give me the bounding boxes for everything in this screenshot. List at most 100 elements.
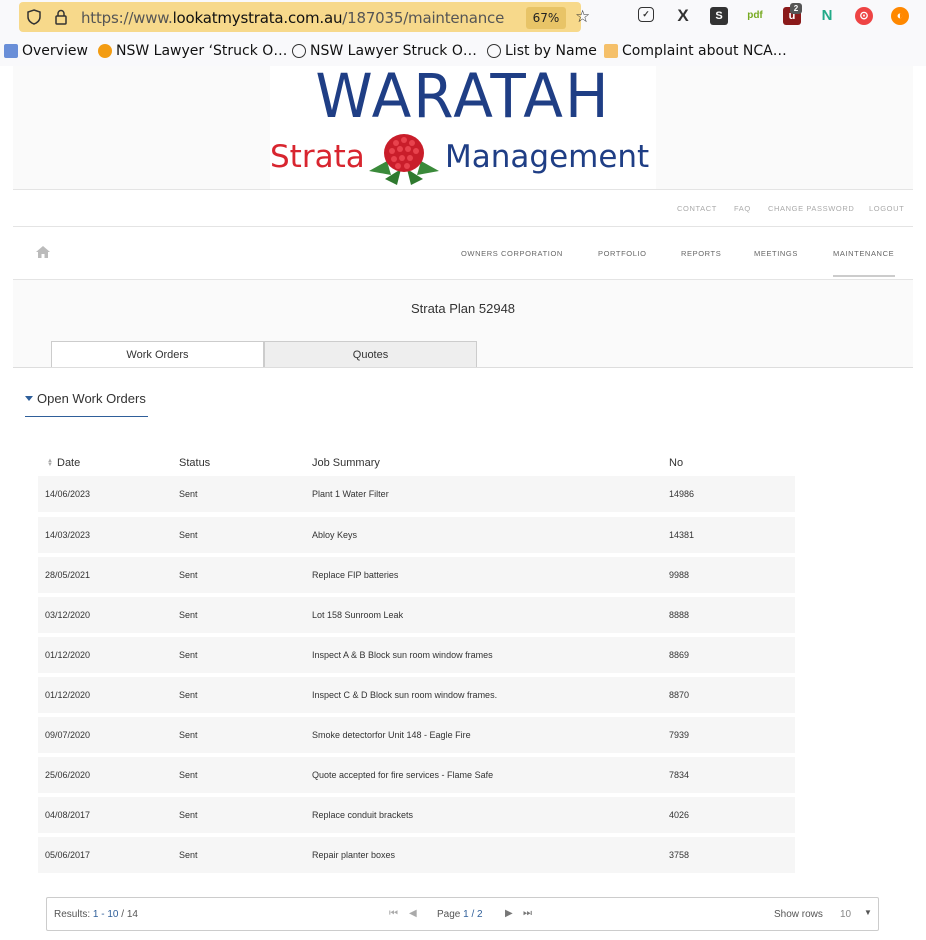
column-header-no[interactable]: No <box>669 457 683 469</box>
logo-word-management: Management <box>445 139 650 175</box>
table-row[interactable]: 14/06/2023 Sent Plant 1 Water Filter 14986 <box>38 476 795 512</box>
cell-date: 01/12/2020 <box>45 650 91 660</box>
column-header-status[interactable]: Status <box>179 457 210 469</box>
logo-word-strata: Strata <box>270 139 365 175</box>
table-row[interactable]: 25/06/2020 Sent Quote accepted for fire se… <box>38 757 795 793</box>
pdf-icon[interactable]: pdf <box>746 7 764 25</box>
cell-job-summary: Abloy Keys <box>312 530 358 540</box>
divider <box>13 279 913 280</box>
cell-job-summary: Quote accepted for fire services - Flame… <box>312 770 494 780</box>
bookmark-overview[interactable]: Overview <box>4 43 88 59</box>
cell-date: 04/08/2017 <box>45 810 91 820</box>
home-icon[interactable] <box>36 246 50 258</box>
section-toggle[interactable]: Open Work Orders <box>25 391 146 406</box>
bookmark-star-icon[interactable]: ☆ <box>575 7 590 27</box>
cell-status: Sent <box>179 730 198 740</box>
nav-meetings[interactable]: MEETINGS <box>754 249 798 258</box>
faq-link[interactable]: FAQ <box>734 204 751 213</box>
utility-nav: CONTACT FAQ CHANGE PASSWORD LOGOUT <box>13 190 913 226</box>
table-row[interactable]: 01/12/2020 Sent Inspect A & B Block sun ro… <box>38 637 795 673</box>
change-password-link[interactable]: CHANGE PASSWORD <box>768 204 854 213</box>
s-icon[interactable]: S <box>710 7 728 25</box>
main-nav: OWNERS CORPORATION PORTFOLIO REPORTS MEE… <box>13 227 913 279</box>
sort-icon: ▲ ▼ <box>47 458 53 469</box>
page: WARATAH Strata Management CONTACT FAQ CH… <box>0 60 926 940</box>
bookmark-complaint[interactable]: Complaint about NCA… <box>604 43 787 59</box>
cell-no: 8869 <box>669 650 690 660</box>
pocket-icon[interactable]: ✓ <box>638 7 654 22</box>
cell-job-summary: Inspect C & D Block sun room window fram… <box>312 690 498 700</box>
nav-portfolio[interactable]: PORTFOLIO <box>598 249 647 258</box>
cell-status: Sent <box>179 610 198 620</box>
work-orders-panel: Open Work Orders ▲ ▼ Date Status Job Summa… <box>13 368 913 940</box>
rows-per-page-select[interactable]: 10 ▼ <box>832 903 876 925</box>
chevron-down-icon: ▼ <box>864 908 872 917</box>
cell-status: Sent <box>179 690 198 700</box>
cell-date: 14/03/2023 <box>45 530 91 540</box>
table-row[interactable]: 28/05/2021 Sent Replace FIP batteries 9988 <box>38 557 795 593</box>
section-title: Open Work Orders <box>37 391 146 406</box>
cell-status: Sent <box>179 570 198 580</box>
lock-icon[interactable] <box>52 8 70 26</box>
cell-status: Sent <box>179 530 198 540</box>
cell-status: Sent <box>179 850 198 860</box>
nav-reports[interactable]: REPORTS <box>681 249 721 258</box>
cell-no: 14986 <box>669 489 695 499</box>
browser-toolbar: https://www.lookatmystrata.com.au/187035… <box>0 0 926 38</box>
cell-job-summary: Inspect A & B Block sun room window fram… <box>312 650 493 660</box>
table-row[interactable]: 04/08/2017 Sent Replace conduit brackets 40… <box>38 797 795 833</box>
cell-job-summary: Smoke detectorfor Unit 148 - Eagle Fire <box>312 730 471 740</box>
table-row[interactable]: 05/06/2017 Sent Repair planter boxes 3758 <box>38 837 795 873</box>
cell-date: 25/06/2020 <box>45 770 91 780</box>
logo-title: WARATAH <box>315 60 611 132</box>
n-icon[interactable]: N <box>818 7 836 25</box>
nav-maintenance[interactable]: MAINTENANCE <box>833 249 894 258</box>
table-row[interactable]: 01/12/2020 Sent Inspect C & D Block sun ro… <box>38 677 795 713</box>
firefox-icon[interactable]: ◐ <box>891 7 909 25</box>
next-page-icon[interactable]: ▶ <box>505 908 513 919</box>
table-row[interactable]: 14/03/2023 Sent Abloy Keys 14381 <box>38 517 795 553</box>
cell-job-summary: Plant 1 Water Filter <box>312 489 389 499</box>
url-bar[interactable]: https://www.lookatmystrata.com.au/187035… <box>19 2 590 32</box>
site-container: WARATAH Strata Management CONTACT FAQ CH… <box>13 60 913 940</box>
cell-no: 9988 <box>669 570 690 580</box>
bookmark-list-by-name[interactable]: List by Name <box>487 43 597 59</box>
bookmark-nsw-lawyer-1[interactable]: NSW Lawyer ‘Struck O… <box>98 43 287 59</box>
cell-no: 14381 <box>669 530 695 540</box>
last-page-icon[interactable]: ⏭ <box>523 908 532 919</box>
cell-no: 8888 <box>669 610 690 620</box>
privacy-shield-icon[interactable]: ⊙ <box>855 7 873 25</box>
cell-date: 03/12/2020 <box>45 610 91 620</box>
logo[interactable]: WARATAH Strata Management <box>270 60 656 189</box>
x-icon[interactable]: X <box>674 7 692 25</box>
prev-page-icon[interactable]: ◀ <box>409 908 417 919</box>
shield-icon[interactable] <box>25 8 43 26</box>
logout-link[interactable]: LOGOUT <box>869 204 904 213</box>
extension-badge: 2 <box>790 3 802 14</box>
nav-owners-corporation[interactable]: OWNERS CORPORATION <box>461 249 563 258</box>
caret-down-icon <box>25 396 33 402</box>
column-header-job-summary[interactable]: Job Summary <box>312 457 380 469</box>
cell-no: 7939 <box>669 730 690 740</box>
cell-no: 7834 <box>669 770 690 780</box>
bookmark-nsw-lawyer-2[interactable]: NSW Lawyer Struck O… <box>292 43 477 59</box>
cell-status: Sent <box>179 489 198 499</box>
table-row[interactable]: 03/12/2020 Sent Lot 158 Sunroom Leak 8888 <box>38 597 795 633</box>
active-nav-indicator <box>833 275 895 277</box>
column-header-date[interactable]: ▲ ▼ Date <box>47 457 80 469</box>
section-underline <box>25 416 148 417</box>
cell-date: 01/12/2020 <box>45 690 91 700</box>
cell-status: Sent <box>179 650 198 660</box>
news-icon <box>98 44 112 58</box>
zoom-level-badge[interactable]: 67% <box>526 7 566 29</box>
table-row[interactable]: 09/07/2020 Sent Smoke detectorfor Unit 148… <box>38 717 795 753</box>
cell-job-summary: Replace FIP batteries <box>312 570 399 580</box>
tab-work-orders[interactable]: Work Orders <box>51 341 264 368</box>
url-text[interactable]: https://www.lookatmystrata.com.au/187035… <box>81 9 504 27</box>
document-icon <box>604 44 618 58</box>
contact-link[interactable]: CONTACT <box>677 204 717 213</box>
tab-quotes[interactable]: Quotes <box>264 341 477 368</box>
first-page-icon[interactable]: ⏮ <box>389 908 398 919</box>
cell-no: 8870 <box>669 690 690 700</box>
pagination-bar: Results: 1 - 10 / 14 ⏮ ◀ Page 1 / 2 ▶ ⏭ … <box>46 897 879 931</box>
